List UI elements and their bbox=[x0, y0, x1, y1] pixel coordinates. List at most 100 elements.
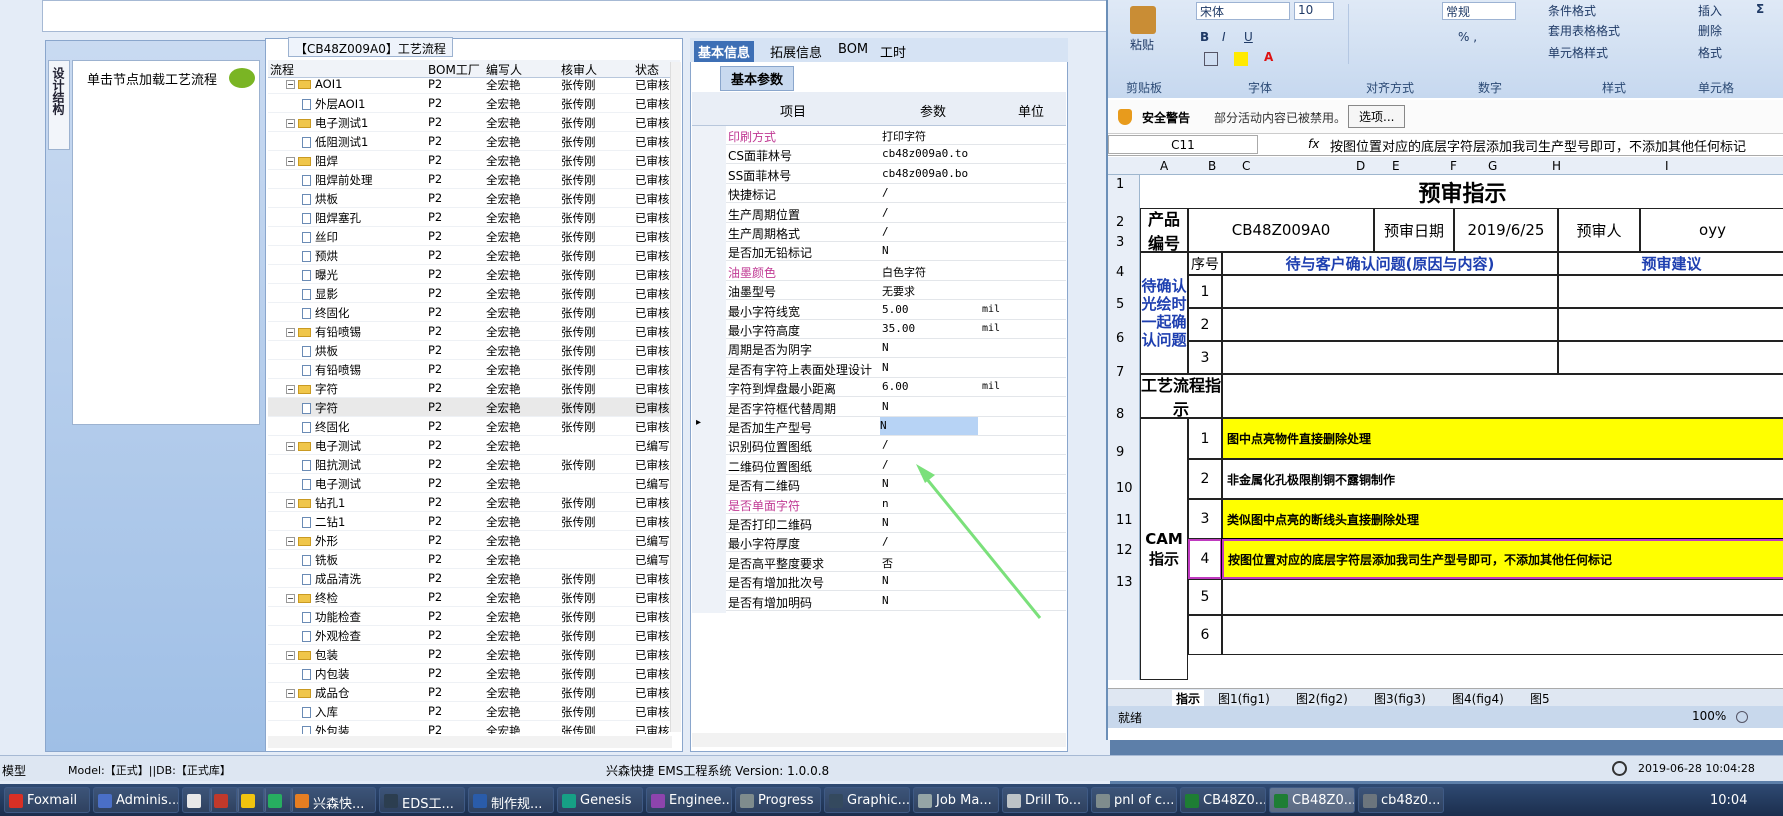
taskbar-button[interactable]: Job Ma... bbox=[913, 787, 999, 813]
param-value[interactable]: 白色字符 bbox=[882, 264, 926, 280]
product-code[interactable]: CB48Z009A0 bbox=[1188, 208, 1374, 252]
cam-seq-6[interactable]: 6 bbox=[1188, 615, 1222, 655]
column-header[interactable]: C bbox=[1242, 159, 1250, 173]
paste-icon[interactable] bbox=[1130, 6, 1156, 34]
tree-row[interactable]: − 终检 P2 全宏艳 张传刚 已审核 bbox=[268, 588, 672, 607]
col-param[interactable]: 参数 bbox=[920, 101, 946, 120]
cam-cell-6[interactable] bbox=[1222, 615, 1783, 655]
confirm-label[interactable]: 待确认光绘时一起确认问题 bbox=[1140, 252, 1188, 374]
tree-row[interactable]: 外层AOI1 P2 全宏艳 张传刚 已审核 bbox=[268, 94, 672, 113]
param-row[interactable]: 是否打印二维码 N bbox=[692, 514, 1066, 535]
collapse-icon[interactable]: − bbox=[286, 442, 295, 451]
font-size-select[interactable]: 10 bbox=[1294, 2, 1334, 20]
param-row[interactable]: 周期是否为阴字 N bbox=[692, 339, 1066, 361]
param-row[interactable]: 印刷方式 打印字符 bbox=[692, 126, 1066, 147]
param-row[interactable]: 是否有二维码 N bbox=[692, 475, 1066, 497]
cell-styles-button[interactable]: 单元格样式 bbox=[1548, 44, 1608, 61]
process-label[interactable]: 工艺流程指示 bbox=[1140, 374, 1222, 418]
param-row[interactable]: 是否有增加批次号 N bbox=[692, 572, 1066, 594]
row-selector[interactable] bbox=[692, 494, 726, 516]
tree-row[interactable]: 烘板 P2 全宏艳 张传刚 已审核 bbox=[268, 189, 672, 208]
tree-row[interactable]: − 字符 P2 全宏艳 张传刚 已审核 bbox=[268, 379, 672, 398]
load-process-box[interactable]: 单击节点加载工艺流程 bbox=[72, 60, 260, 425]
taskbar-button[interactable]: CB48Z0... bbox=[1180, 787, 1266, 813]
taskbar-button[interactable] bbox=[263, 787, 293, 813]
param-value[interactable]: N bbox=[882, 594, 889, 607]
reviewer-name[interactable]: oyy bbox=[1640, 208, 1783, 252]
row-header[interactable]: 13 bbox=[1116, 575, 1133, 590]
params-horizontal-scrollbar[interactable] bbox=[692, 733, 1066, 747]
issue-seq-1[interactable]: 1 bbox=[1188, 275, 1222, 308]
tab-basic-info[interactable]: 基本信息 bbox=[694, 41, 755, 62]
taskbar-button[interactable]: Graphic... bbox=[824, 787, 910, 813]
cam-cell-3[interactable]: 类似图中点亮的断线头直接删除处理 bbox=[1222, 499, 1783, 539]
param-value[interactable]: cb48z009a0.to bbox=[882, 147, 968, 160]
param-row[interactable]: 生产周期位置 / bbox=[692, 203, 1066, 225]
tree-row[interactable]: − 阻焊 P2 全宏艳 张传刚 已审核 bbox=[268, 151, 672, 170]
collapse-icon[interactable]: − bbox=[286, 385, 295, 394]
collapse-icon[interactable]: − bbox=[286, 499, 295, 508]
param-row[interactable]: 字符到焊盘最小距离 6.00 mil bbox=[692, 378, 1066, 400]
row-selector[interactable] bbox=[692, 436, 726, 458]
tab-bom[interactable]: BOM bbox=[834, 41, 872, 58]
tree-row[interactable]: 终固化 P2 全宏艳 张传刚 已审核 bbox=[268, 417, 672, 436]
collapse-icon[interactable]: − bbox=[286, 328, 295, 337]
row-header[interactable]: 11 bbox=[1116, 513, 1133, 528]
tree-row[interactable]: − 电子测试1 P2 全宏艳 张传刚 已审核 bbox=[268, 113, 672, 132]
sheet-tab[interactable]: 指示 bbox=[1172, 690, 1205, 707]
tree-row[interactable]: 功能检查 P2 全宏艳 张传刚 已审核 bbox=[268, 607, 672, 626]
row-header[interactable]: 4 bbox=[1116, 265, 1124, 280]
taskbar-button[interactable] bbox=[182, 787, 212, 813]
font-name-select[interactable]: 宋体 bbox=[1196, 2, 1290, 20]
param-value[interactable]: 5.00 bbox=[882, 303, 909, 316]
param-row[interactable]: SS面菲林号 cb48z009a0.bo bbox=[692, 164, 1066, 186]
taskbar-button[interactable]: Progress bbox=[735, 787, 821, 813]
tree-row[interactable]: − 电子测试 P2 全宏艳 已编写 bbox=[268, 436, 672, 455]
param-value[interactable]: / bbox=[882, 206, 889, 219]
tab-work-hours[interactable]: 工时 bbox=[876, 41, 910, 62]
design-structure-tab[interactable]: 设计结构 bbox=[48, 60, 70, 150]
taskbar-clock[interactable]: 10:04 bbox=[1710, 793, 1747, 808]
collapse-icon[interactable]: − bbox=[286, 157, 295, 166]
param-row[interactable]: 是否有增加明码 N bbox=[692, 591, 1066, 613]
row-header[interactable]: 2 bbox=[1116, 215, 1124, 230]
param-value[interactable]: N bbox=[882, 516, 889, 529]
tree-row[interactable]: 低阻测试1 P2 全宏艳 张传刚 已审核 bbox=[268, 132, 672, 151]
delete-cells-button[interactable]: 删除 bbox=[1698, 22, 1722, 39]
row-header[interactable]: 3 bbox=[1116, 235, 1124, 250]
row-selector[interactable] bbox=[692, 242, 726, 264]
row-header[interactable]: 12 bbox=[1116, 543, 1133, 558]
param-value[interactable]: / bbox=[882, 225, 889, 238]
tree-row[interactable]: 内包装 P2 全宏艳 张传刚 已审核 bbox=[268, 664, 672, 683]
taskbar-button[interactable]: EDS工... bbox=[379, 787, 465, 813]
issue-cell-1[interactable] bbox=[1222, 275, 1558, 308]
row-selector[interactable] bbox=[692, 261, 726, 283]
issue-seq-3[interactable]: 3 bbox=[1188, 341, 1222, 374]
sheet-tab[interactable]: 图3(fig3) bbox=[1370, 690, 1430, 707]
taskbar-button[interactable]: Adminis... bbox=[93, 787, 179, 813]
options-button[interactable]: 选项... bbox=[1348, 105, 1406, 128]
insert-cells-button[interactable]: 插入 bbox=[1698, 2, 1722, 19]
row-selector[interactable] bbox=[692, 281, 726, 303]
underline-button[interactable]: U bbox=[1244, 30, 1253, 44]
column-header[interactable]: H bbox=[1552, 159, 1561, 173]
col-writer[interactable]: 编写人 bbox=[486, 61, 522, 78]
row-header[interactable]: 5 bbox=[1116, 297, 1124, 312]
row-selector[interactable] bbox=[692, 533, 726, 555]
sheet-tab[interactable]: 图1(fig1) bbox=[1214, 690, 1274, 707]
seq-label[interactable]: 序号 bbox=[1188, 252, 1222, 275]
row-selector[interactable] bbox=[692, 378, 726, 400]
cam-seq-3[interactable]: 3 bbox=[1188, 499, 1222, 539]
percent-icon[interactable]: % , bbox=[1458, 30, 1477, 44]
tree-row[interactable]: 二钻1 P2 全宏艳 张传刚 已审核 bbox=[268, 512, 672, 531]
param-row[interactable]: 是否单面字符 n bbox=[692, 494, 1066, 516]
row-selector[interactable] bbox=[692, 126, 726, 147]
column-header[interactable]: I bbox=[1665, 159, 1669, 173]
param-row[interactable]: 最小字符厚度 / bbox=[692, 533, 1066, 555]
tree-row[interactable]: 阻抗测试 P2 全宏艳 张传刚 已审核 bbox=[268, 455, 672, 474]
tree-row[interactable]: 预烘 P2 全宏艳 张传刚 已审核 bbox=[268, 246, 672, 265]
tree-row[interactable]: 铣板 P2 全宏艳 已编写 bbox=[268, 550, 672, 569]
worksheet[interactable]: 预审指示 产品编号 CB48Z009A0 预审日期 2019/6/25 预审人 … bbox=[1140, 175, 1783, 680]
param-row[interactable]: 识别码位置图纸 / bbox=[692, 436, 1066, 458]
param-row[interactable]: 最小字符高度 35.00 mil bbox=[692, 320, 1066, 341]
